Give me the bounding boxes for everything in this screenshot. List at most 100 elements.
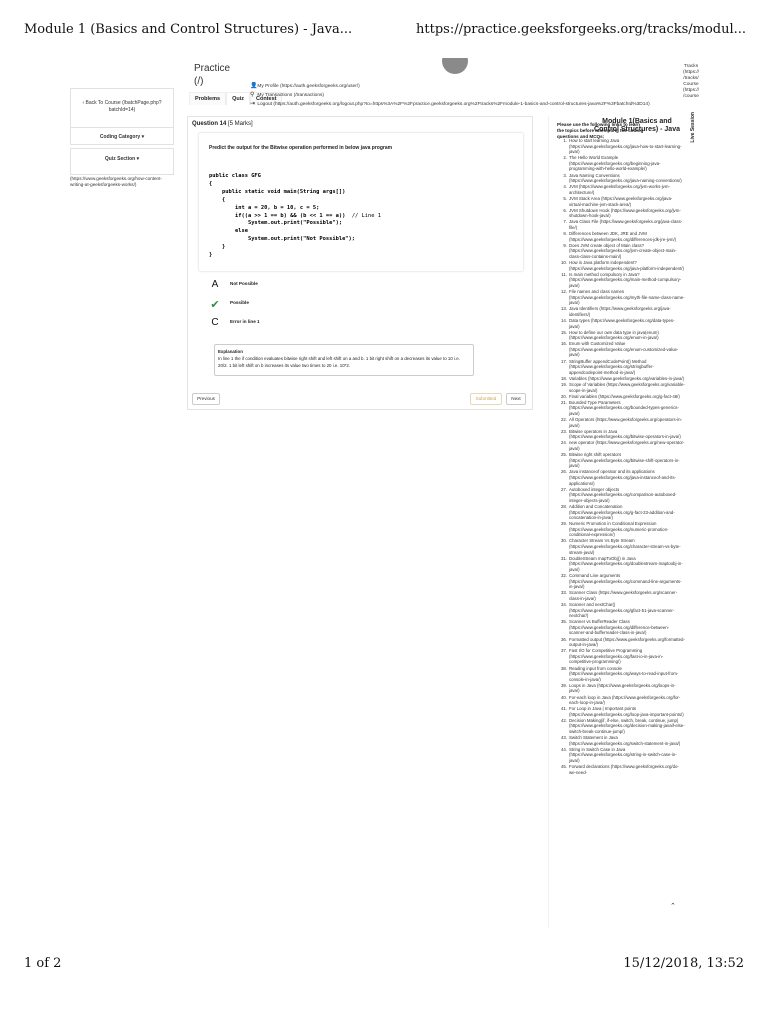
topic-link-text[interactable]: Java instanceof operator and its applica… bbox=[569, 469, 676, 485]
topic-link-item[interactable]: 22. All Operators (https://www.geeksforge… bbox=[557, 417, 685, 428]
topic-link-text[interactable]: Enum with Customized Value (https://www.… bbox=[569, 341, 678, 357]
topic-link-item[interactable]: 26. Java instanceof operator and its appl… bbox=[557, 469, 685, 486]
back-to-course-button[interactable]: ‹ Back To Course (/batchPage.php?batchId… bbox=[70, 88, 174, 128]
topic-link-item[interactable]: 33. Scanner Class (https://www.geeksforge… bbox=[557, 590, 685, 601]
topic-link-item[interactable]: 18. Variables (https://www.geeksforgeeks.… bbox=[557, 376, 685, 382]
topic-link-text[interactable]: Decision Making(if, if-else, switch, bre… bbox=[569, 718, 685, 734]
avatar[interactable] bbox=[442, 58, 468, 74]
topic-link-text[interactable]: Bitwise right shift operators (https://w… bbox=[569, 452, 680, 468]
topic-link-text[interactable]: Reading input from console (https://www.… bbox=[569, 666, 678, 682]
topic-link-text[interactable]: StringBuffer appendCodePoint() Method (h… bbox=[569, 359, 654, 375]
topic-link-text[interactable]: Character Stream Vs Byte Stream (https:/… bbox=[569, 538, 681, 554]
topic-link-text[interactable]: new operator (https://www.geeksforgeeks.… bbox=[569, 440, 684, 451]
topic-link-text[interactable]: Forward declarations (https://www.geeksf… bbox=[569, 764, 679, 775]
topic-link-item[interactable]: 27. Autoboxed integer objects (https://ww… bbox=[557, 487, 685, 504]
topic-link-item[interactable]: 17. StringBuffer appendCodePoint() Method… bbox=[557, 359, 685, 376]
topic-link-item[interactable]: 40. For-each loop in Java (https://www.ge… bbox=[557, 695, 685, 706]
option-b[interactable]: ✔ Possible bbox=[208, 298, 508, 314]
coding-category-dropdown[interactable]: Coding Category ▾ bbox=[70, 127, 174, 145]
right-nav-tracks[interactable]: Tracks (https:// /tracks/ Course (https:… bbox=[677, 64, 705, 100]
topic-link-text[interactable]: Variables (https://www.geeksforgeeks.org… bbox=[569, 376, 684, 381]
topic-link-item[interactable]: 37. Fast I/O for Competitive Programming … bbox=[557, 648, 685, 665]
quiz-section-dropdown[interactable]: Quiz Section ▾ bbox=[70, 148, 174, 175]
topic-link-item[interactable]: 1. How to start learning Java (https://ww… bbox=[557, 138, 685, 155]
topic-link-text[interactable]: Bitwise operators in Java (https://www.g… bbox=[569, 429, 681, 440]
topic-link-text[interactable]: String in Switch Case in Java (https://w… bbox=[569, 747, 677, 763]
topic-link-item[interactable]: 20. Final variables (https://www.geeksfor… bbox=[557, 394, 685, 400]
topic-link-text[interactable]: All Operators (https://www.geeksforgeeks… bbox=[569, 417, 682, 428]
topic-link-item[interactable]: 19. Scope of Variables (https://www.geeks… bbox=[557, 382, 685, 393]
topic-link-item[interactable]: 45. Forward declarations (https://www.gee… bbox=[557, 764, 685, 775]
topic-link-item[interactable]: 16. Enum with Customized Value (https://w… bbox=[557, 341, 685, 358]
topic-link-item[interactable]: 14. Data types (https://www.geeksforgeeks… bbox=[557, 318, 685, 329]
topic-link-item[interactable]: 35. Scanner vs BufferReader Class (https:… bbox=[557, 619, 685, 636]
topic-link-text[interactable]: The Hello World Example (https://www.gee… bbox=[569, 155, 661, 171]
topic-link-text[interactable]: JVM (https://www.geeksforgeeks.org/jvm-w… bbox=[569, 184, 670, 195]
topic-link-text[interactable]: File names and class names (https://www.… bbox=[569, 289, 685, 305]
topic-link-text[interactable]: Final variables (https://www.geeksforgee… bbox=[569, 394, 680, 399]
menu-item-profile[interactable]: 👤 My Profile (https://auth.geeksforgeeks… bbox=[250, 82, 670, 91]
topic-link-text[interactable]: Numeric Promotion in Conditional Express… bbox=[569, 521, 668, 537]
topic-link-item[interactable]: 9. Does JVM create object of Main class? … bbox=[557, 243, 685, 260]
tab-problems[interactable]: Problems bbox=[189, 92, 227, 105]
option-c[interactable]: C Error in line 1 bbox=[208, 317, 508, 333]
content-writing-link[interactable]: (https://www.geeksforgeeks.org/how-conte… bbox=[70, 176, 174, 188]
topic-link-item[interactable]: 6. JVM Shutdown Hook (https://www.geeksfo… bbox=[557, 208, 685, 219]
topic-link-text[interactable]: Scanner vs BufferReader Class (https://w… bbox=[569, 619, 669, 635]
live-session-tab[interactable]: Live Session bbox=[690, 112, 696, 143]
topic-link-text[interactable]: For-each loop in Java (https://www.geeks… bbox=[569, 695, 680, 706]
topic-link-text[interactable]: Differences between JDK, JRE and JVM (ht… bbox=[569, 231, 676, 242]
next-button[interactable]: Next bbox=[506, 393, 526, 405]
topic-link-item[interactable]: 4. JVM (https://www.geeksforgeeks.org/jvm… bbox=[557, 184, 685, 195]
topic-link-item[interactable]: 28. Addition and Concatenation (https://w… bbox=[557, 504, 685, 521]
topic-link-text[interactable]: How to start learning Java (https://www.… bbox=[569, 138, 682, 154]
topic-link-item[interactable]: 23. Bitwise operators in Java (https://ww… bbox=[557, 429, 685, 440]
menu-item-logout[interactable]: ⇥ Logout (https://auth.geeksforgeeks.org… bbox=[250, 100, 670, 109]
topic-link-text[interactable]: For Loop in Java | Important points (htt… bbox=[569, 706, 684, 717]
topic-link-item[interactable]: 21. Bounded Type Parameters (https://www.… bbox=[557, 400, 685, 417]
topic-link-text[interactable]: Addition and Concatenation (https://www.… bbox=[569, 504, 675, 520]
topic-link-item[interactable]: 15. How to define our own data type in ja… bbox=[557, 330, 685, 341]
topic-link-item[interactable]: 2. The Hello World Example (https://www.g… bbox=[557, 155, 685, 172]
topic-link-item[interactable]: 34. Scanner and nextChar() (https://www.g… bbox=[557, 602, 685, 619]
topic-link-item[interactable]: 43. Switch Statement in Java (https://www… bbox=[557, 735, 685, 746]
topic-link-item[interactable]: 30. Character Stream Vs Byte Stream (http… bbox=[557, 538, 685, 555]
topic-link-text[interactable]: Formatted output (https://www.geeksforge… bbox=[569, 637, 685, 648]
topic-link-item[interactable]: 31. DoubleStream mapToObj() in Java (http… bbox=[557, 556, 685, 573]
topic-link-text[interactable]: Is main method compulsory in Java? (http… bbox=[569, 272, 681, 288]
topic-link-item[interactable]: 38. Reading input from console (https://w… bbox=[557, 666, 685, 683]
topic-link-item[interactable]: 12. File names and class names (https://w… bbox=[557, 289, 685, 306]
topic-link-text[interactable]: JVM Stack Area (https://www.geeksforgeek… bbox=[569, 196, 672, 207]
topic-link-text[interactable]: Java Naming Conventions (https://www.gee… bbox=[569, 173, 682, 184]
topic-link-text[interactable]: Bounded Type Parameters (https://www.gee… bbox=[569, 400, 679, 416]
topic-link-item[interactable]: 29. Numeric Promotion in Conditional Expr… bbox=[557, 521, 685, 538]
topic-link-item[interactable]: 11. Is main method compulsory in Java? (h… bbox=[557, 272, 685, 289]
menu-item-transactions[interactable]: ⚲ My Transactions (/transactions) bbox=[250, 91, 670, 100]
topic-link-text[interactable]: Command Line arguments (https://www.geek… bbox=[569, 573, 682, 589]
submitted-button[interactable]: Submitted bbox=[470, 393, 502, 405]
brand-home-link[interactable]: (/) bbox=[194, 75, 230, 88]
topic-link-text[interactable]: Data types (https://www.geeksforgeeks.or… bbox=[569, 318, 675, 329]
tab-quiz[interactable]: Quiz bbox=[226, 92, 250, 105]
topic-link-item[interactable]: 10. How is Java platform independent? (ht… bbox=[557, 260, 685, 271]
topic-link-item[interactable]: 36. Formatted output (https://www.geeksfo… bbox=[557, 637, 685, 648]
topic-link-item[interactable]: 42. Decision Making(if, if-else, switch, … bbox=[557, 718, 685, 735]
topic-link-item[interactable]: 7. Java Class File (https://www.geeksforg… bbox=[557, 219, 685, 230]
topic-link-text[interactable]: Java Identifiers (https://www.geeksforge… bbox=[569, 306, 671, 317]
topic-link-item[interactable]: 39. Loops in Java (https://www.geeksforge… bbox=[557, 683, 685, 694]
topic-link-item[interactable]: 13. Java Identifiers (https://www.geeksfo… bbox=[557, 306, 685, 317]
topic-link-text[interactable]: Switch Statement in Java (https://www.ge… bbox=[569, 735, 680, 746]
topic-link-text[interactable]: Autoboxed integer objects (https://www.g… bbox=[569, 487, 676, 503]
topic-link-text[interactable]: Scanner and nextChar() (https://www.geek… bbox=[569, 602, 674, 618]
scroll-to-top-icon[interactable]: ⌃ bbox=[670, 902, 676, 910]
topic-link-item[interactable]: 8. Differences between JDK, JRE and JVM (… bbox=[557, 231, 685, 242]
option-a[interactable]: A Not Possible bbox=[208, 279, 508, 295]
topic-link-text[interactable]: Fast I/O for Competitive Programming (ht… bbox=[569, 648, 663, 664]
topic-link-text[interactable]: Java Class File (https://www.geeksforgee… bbox=[569, 219, 682, 230]
topic-link-text[interactable]: Scope of Variables (https://www.geeksfor… bbox=[569, 382, 685, 393]
topic-link-text[interactable]: Scanner Class (https://www.geeksforgeeks… bbox=[569, 590, 677, 601]
topic-link-item[interactable]: 44. String in Switch Case in Java (https:… bbox=[557, 747, 685, 764]
topic-link-item[interactable]: 3. Java Naming Conventions (https://www.g… bbox=[557, 173, 685, 184]
topic-link-text[interactable]: How is Java platform independent? (https… bbox=[569, 260, 684, 271]
topic-link-text[interactable]: Does JVM create object of Main class? (h… bbox=[569, 243, 676, 259]
